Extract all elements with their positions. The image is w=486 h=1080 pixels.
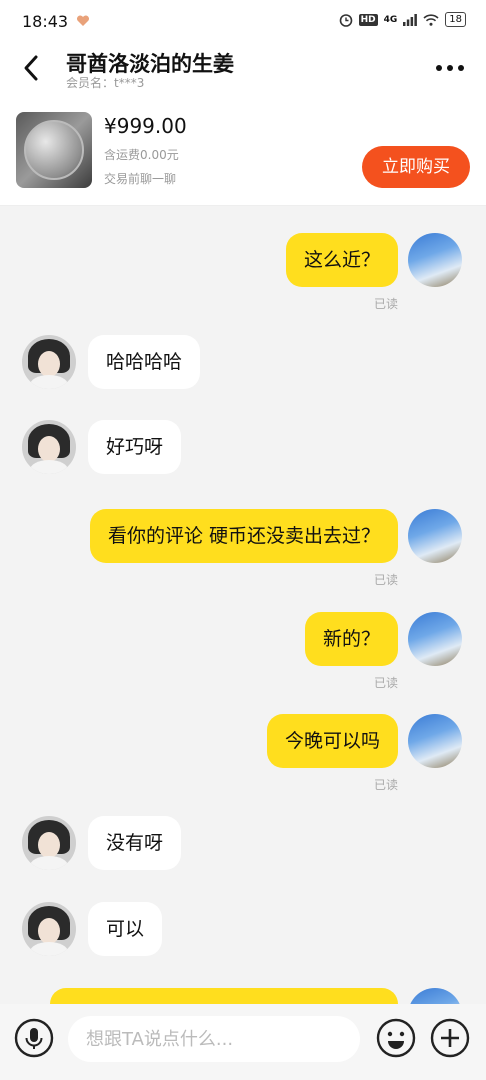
- message-bubble[interactable]: [50, 988, 398, 1004]
- my-avatar[interactable]: [408, 988, 462, 1004]
- message-bubble[interactable]: 没有呀: [88, 816, 182, 870]
- contact-avatar[interactable]: [22, 902, 76, 956]
- mic-icon[interactable]: [14, 1018, 54, 1058]
- chat-header: 哥酋洛淡泊的生姜 会员名：t***3: [0, 44, 486, 100]
- signal-icon: [403, 13, 418, 26]
- message-input[interactable]: [68, 1016, 360, 1062]
- product-price: ¥999.00: [104, 114, 187, 138]
- wifi-icon: [423, 13, 439, 26]
- plus-icon[interactable]: [430, 1018, 470, 1058]
- battery-level: 18: [445, 12, 466, 27]
- message-bubble[interactable]: 好巧呀: [88, 420, 182, 474]
- network-label: 4G: [383, 14, 398, 25]
- input-bar: [0, 1004, 486, 1080]
- message-bubble[interactable]: 哈哈哈哈: [88, 335, 201, 389]
- coin-image: [24, 120, 84, 180]
- read-status: 已读: [373, 778, 398, 792]
- status-bar: 18:43 HD 4G 18: [0, 0, 486, 44]
- contact-avatar[interactable]: [22, 420, 76, 474]
- emoji-icon[interactable]: [376, 1018, 416, 1058]
- buy-now-button[interactable]: 立即购买: [362, 146, 470, 188]
- contact-avatar[interactable]: [22, 335, 76, 389]
- message-bubble[interactable]: 可以: [88, 902, 163, 956]
- message-bubble[interactable]: 今晚可以吗: [266, 714, 398, 768]
- status-time: 18:43: [22, 12, 69, 31]
- member-name: 会员名：t***3: [66, 76, 145, 90]
- message-bubble[interactable]: 看你的评论 硬币还没卖出去过？: [89, 509, 398, 563]
- back-icon[interactable]: [18, 52, 46, 84]
- chat-list[interactable]: 这么近？ 已读 哈哈哈哈 好巧呀 看你的评论 硬币还没卖出去过？ 已读 新的？ …: [0, 206, 486, 1004]
- status-icons: HD 4G 18: [339, 12, 466, 27]
- alarm-icon: [339, 13, 352, 27]
- message-bubble[interactable]: 新的？: [304, 612, 398, 666]
- contact-avatar[interactable]: [22, 816, 76, 870]
- read-status: 已读: [373, 573, 398, 587]
- my-avatar[interactable]: [408, 714, 462, 768]
- read-status: 已读: [373, 676, 398, 690]
- chat-hint: 交易前聊一聊: [104, 172, 177, 186]
- hd-icon: HD: [358, 13, 378, 26]
- message-bubble[interactable]: 这么近？: [285, 233, 398, 287]
- my-avatar[interactable]: [408, 509, 462, 563]
- product-card[interactable]: ¥999.00 含运费0.00元 交易前聊一聊 立即购买: [0, 100, 486, 206]
- product-thumbnail[interactable]: [16, 112, 92, 188]
- shipping-info: 含运费0.00元: [104, 148, 179, 162]
- read-status: 已读: [373, 297, 398, 311]
- heart-icon: [76, 15, 90, 26]
- my-avatar[interactable]: [408, 612, 462, 666]
- more-icon[interactable]: [434, 58, 466, 78]
- my-avatar[interactable]: [408, 233, 462, 287]
